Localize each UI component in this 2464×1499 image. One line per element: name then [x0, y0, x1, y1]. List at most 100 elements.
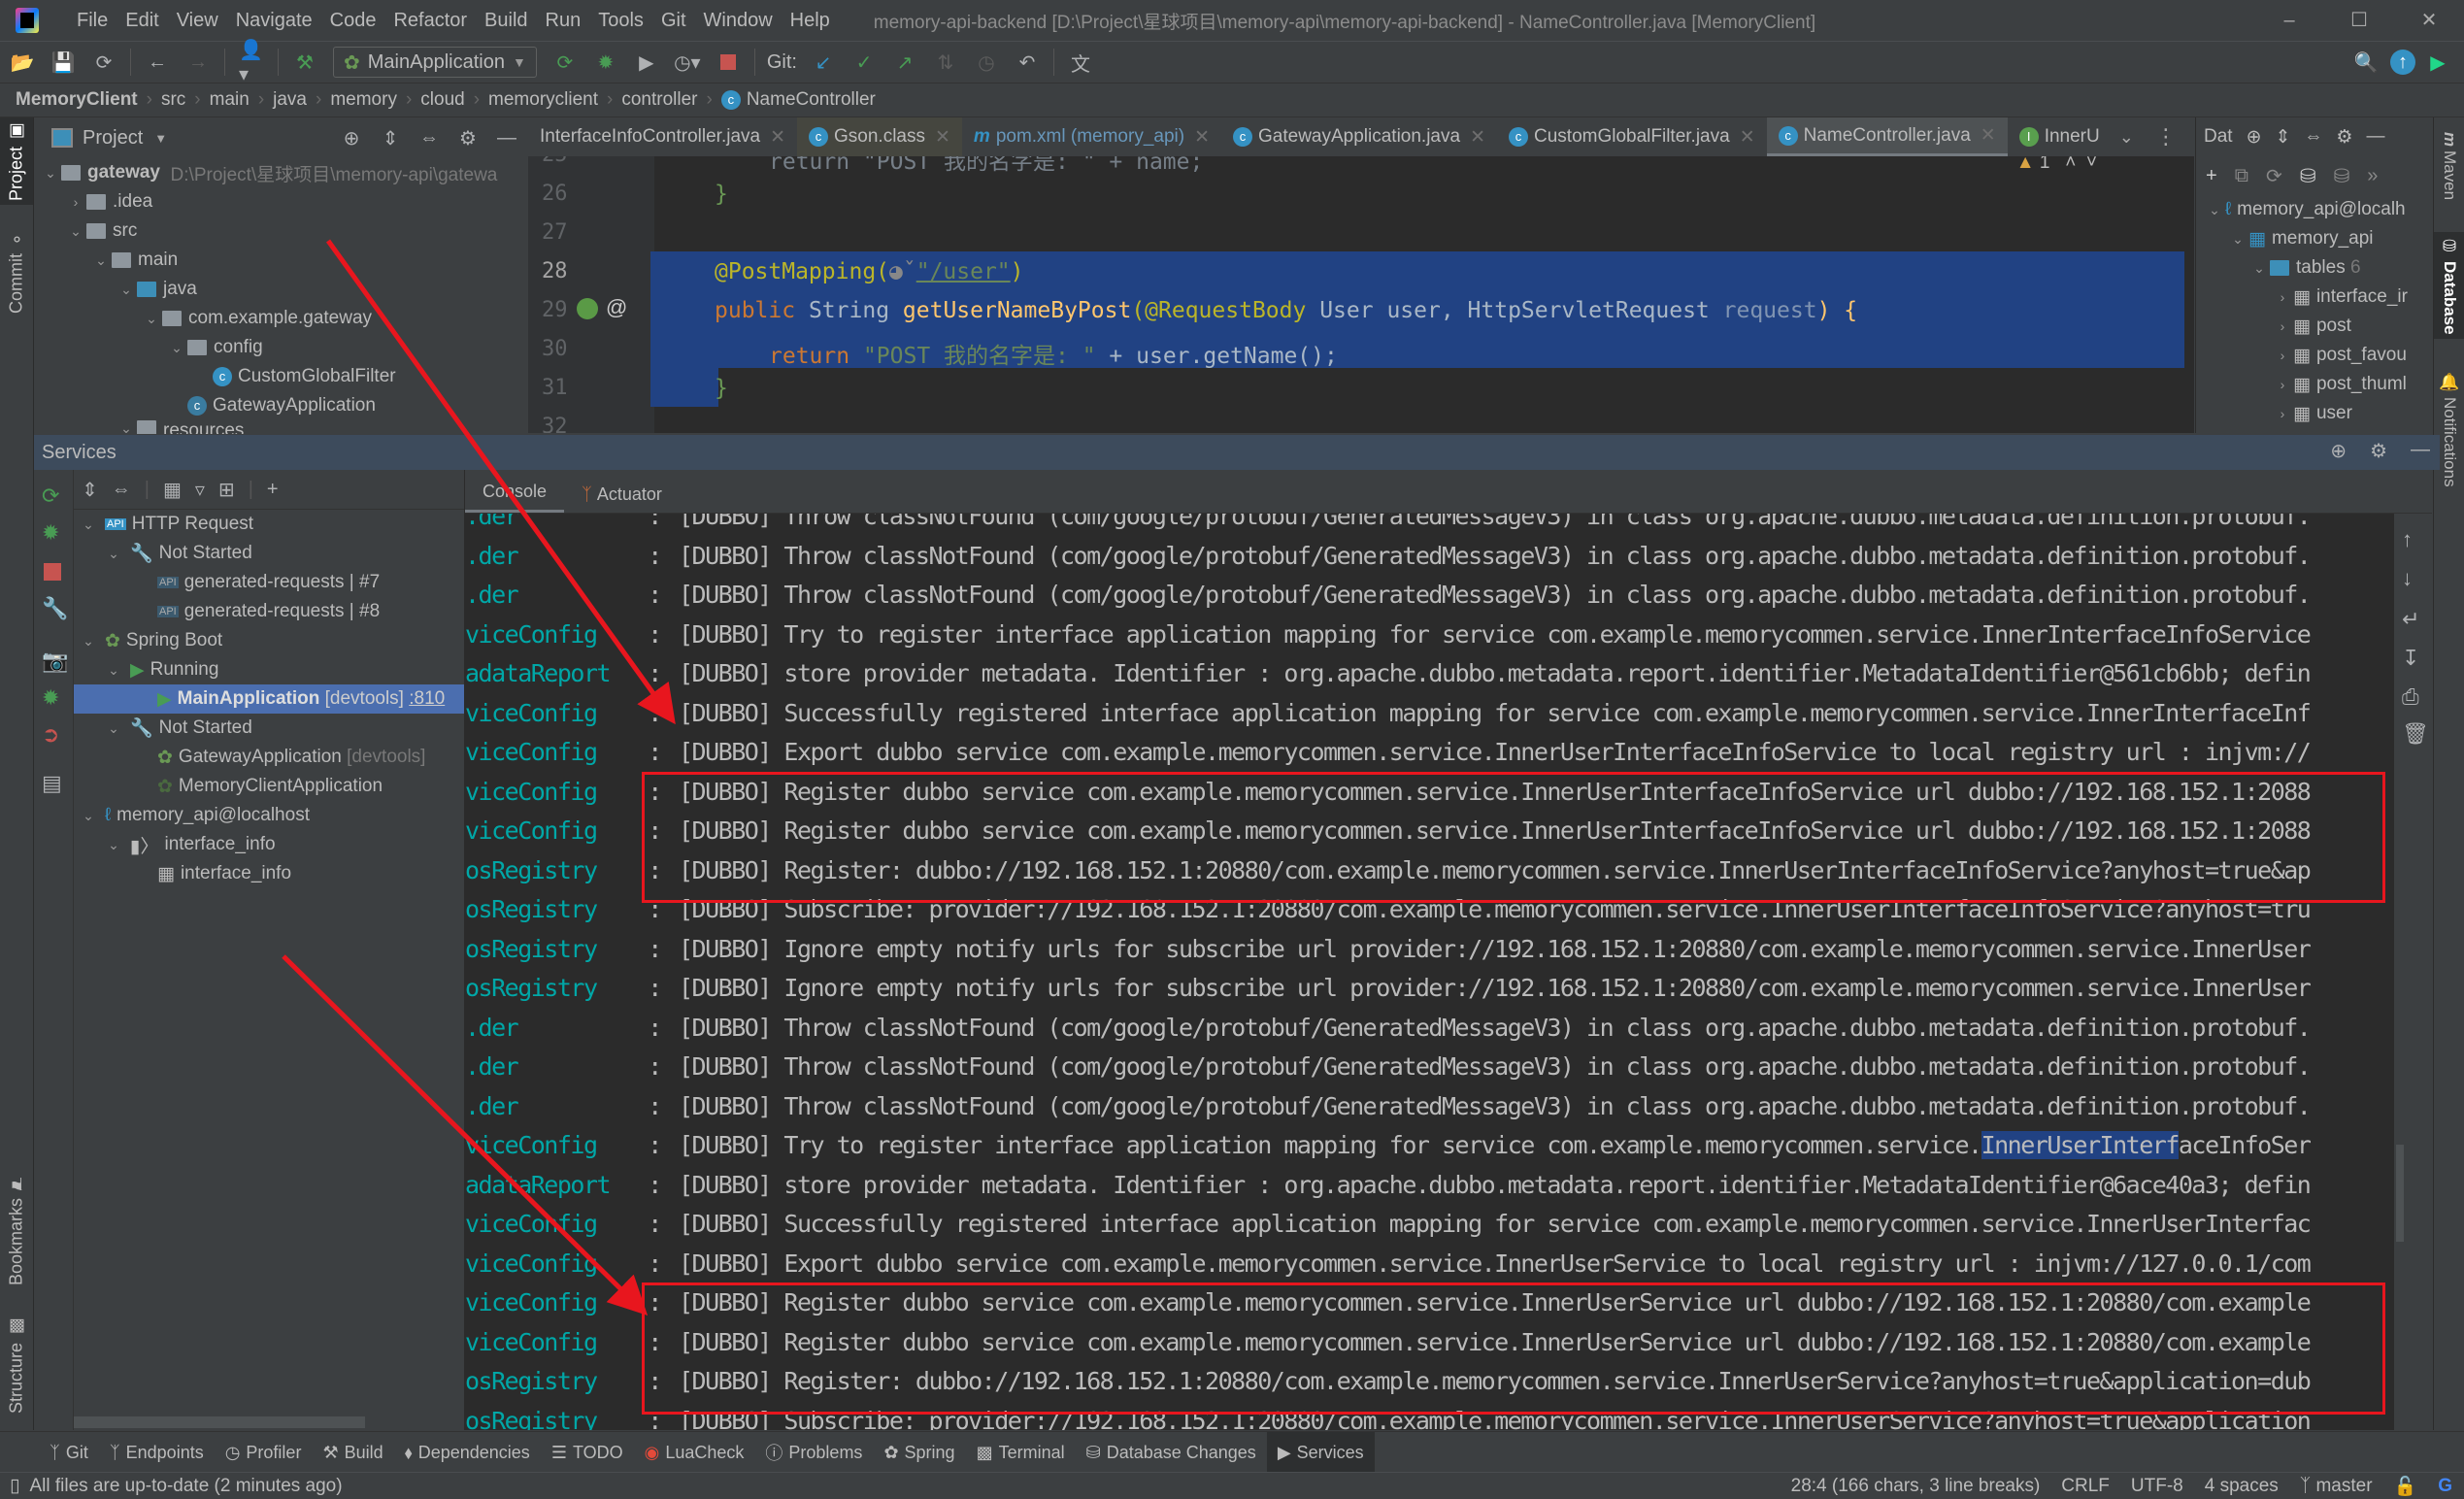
translate-icon[interactable]: 文	[1068, 50, 1093, 76]
tab-actuator[interactable]: ᛉ Actuator	[564, 484, 680, 513]
tab-gatewayapplication[interactable]: c GatewayApplication.java ✕	[1221, 117, 1497, 156]
toolwindow-spring[interactable]: ✿ Spring	[873, 1432, 965, 1473]
build-hammer-icon[interactable]: ⚒	[292, 50, 317, 75]
google-icon[interactable]: G	[2438, 1476, 2452, 1497]
tab-console[interactable]: Console	[465, 482, 565, 513]
code-editor[interactable]: 25 26 27 28 29 30 31 32 @ return "POST 我…	[528, 156, 2194, 433]
file-encoding[interactable]: UTF-8	[2131, 1476, 2183, 1497]
layout-icon[interactable]: ▤	[42, 771, 62, 796]
run-configuration-select[interactable]: ✿ MainApplication ▼	[333, 47, 537, 78]
git-history-icon[interactable]: ◷	[974, 50, 999, 75]
tree-item[interactable]: ⌄ java	[34, 275, 527, 304]
toolwindow-profiler[interactable]: ◷ Profiler	[215, 1432, 313, 1473]
annotation-gutter-icon[interactable]: @	[606, 295, 627, 320]
stop-icon[interactable]	[44, 563, 61, 581]
group-by-icon[interactable]: ▦	[163, 478, 182, 502]
breadcrumb-item[interactable]: memoryclient	[488, 89, 598, 111]
close-window-button[interactable]: ✕	[2394, 0, 2464, 41]
camera-icon[interactable]: 📷	[42, 649, 68, 674]
db-tree-item[interactable]: › ▦ user	[2196, 399, 2433, 428]
save-icon[interactable]: 💾	[50, 50, 76, 75]
logger-name[interactable]: osRegistry	[465, 974, 630, 1002]
scroll-to-end-icon[interactable]: ↧	[2402, 646, 2419, 671]
spring-endpoint-gutter-icon[interactable]	[577, 298, 598, 319]
git-commit-icon[interactable]: ✓	[851, 50, 877, 75]
service-tree-item-selected[interactable]: ▶ MainApplication [devtools] :810	[74, 684, 464, 714]
debug-icon[interactable]: ✹	[42, 520, 59, 546]
coverage-icon[interactable]: ▶	[634, 50, 659, 75]
logger-name[interactable]: viceConfig	[465, 1131, 630, 1159]
db-tree-item[interactable]: › ▦ post_thuml	[2196, 370, 2433, 399]
service-tree-item[interactable]: ✿ MemoryClientApplication	[74, 772, 464, 801]
toolwindow-luacheck[interactable]: ◉ LuaCheck	[634, 1432, 755, 1473]
tree-item[interactable]: ⌄ main	[34, 246, 527, 275]
toolwindow-terminal[interactable]: ▩ Terminal	[966, 1432, 1076, 1473]
service-tree-item[interactable]: ⌄ API HTTP Request	[74, 510, 464, 539]
service-tree-item[interactable]: ▦ interface_info	[74, 859, 464, 888]
service-tree-item[interactable]: ⌄ 🔧 Not Started	[74, 714, 464, 743]
git-rollback-icon[interactable]: ↶	[1015, 50, 1040, 75]
add-service-icon[interactable]: +	[267, 479, 279, 501]
open-folder-icon[interactable]: 📂	[10, 50, 35, 75]
tab-list-chevron-icon[interactable]: ⌄	[2119, 127, 2134, 148]
login-icon[interactable]: ➲	[42, 722, 59, 748]
collapse-all-icon[interactable]: ⇔	[416, 125, 442, 150]
expand-all-icon[interactable]: ⇕	[2276, 126, 2291, 149]
breadcrumb-item[interactable]: MemoryClient	[16, 89, 138, 111]
user-icon[interactable]: 👤▾	[239, 40, 264, 85]
db-tree-item[interactable]: › ▦ interface_ir	[2196, 283, 2433, 312]
code-with-me-icon[interactable]: ▶	[2425, 50, 2450, 75]
refresh-icon[interactable]: ⟳	[2266, 164, 2282, 188]
expand-all-icon[interactable]: ⇕	[378, 125, 403, 150]
menu-view[interactable]: View	[168, 10, 227, 32]
db-tree-item[interactable]: › ▦ post_favou	[2196, 341, 2433, 370]
collapse-all-icon[interactable]: ⇔	[2304, 126, 2322, 148]
logger-name[interactable]: osRegistry	[465, 935, 630, 963]
menu-file[interactable]: File	[68, 10, 117, 32]
toolwindow-problems[interactable]: ⓘ Problems	[754, 1432, 873, 1473]
logger-name[interactable]: viceConfig	[465, 1249, 630, 1278]
logger-name[interactable]: viceConfig	[465, 1210, 630, 1238]
tree-item[interactable]: c CustomGlobalFilter	[34, 362, 527, 391]
db-tree-item[interactable]: ⌄ ▦ memory_api	[2196, 224, 2433, 253]
db-properties-icon[interactable]: ⛁	[2300, 164, 2316, 188]
add-icon[interactable]: +	[2206, 165, 2217, 187]
locate-icon[interactable]: ⊕	[2330, 439, 2347, 463]
soft-wrap-icon[interactable]: ↵	[2402, 607, 2419, 632]
toolwindow-git[interactable]: ᛉ Git	[39, 1432, 99, 1473]
stripe-tab-structure[interactable]: Structure ▩	[0, 1312, 33, 1418]
service-tree-item[interactable]: ⌄ ℓ memory_api@localhost	[74, 801, 464, 830]
service-tree-item[interactable]: API generated-requests | #7	[74, 568, 464, 597]
scroll-up-icon[interactable]: ↑	[2402, 527, 2413, 552]
breadcrumb-item[interactable]: cloud	[420, 89, 464, 111]
stripe-tab-maven[interactable]: m Maven	[2434, 117, 2464, 215]
gear-icon[interactable]: ⚙	[2370, 439, 2387, 463]
locate-icon[interactable]: ⊕	[2247, 126, 2262, 149]
toolwindow-database-changes[interactable]: ⛁ Database Changes	[1076, 1432, 1267, 1473]
menu-git[interactable]: Git	[652, 10, 695, 32]
breadcrumb-item[interactable]: controller	[621, 89, 697, 111]
menu-help[interactable]: Help	[782, 10, 839, 32]
menu-build[interactable]: Build	[476, 10, 536, 32]
back-icon[interactable]: ←	[145, 50, 170, 75]
logger-name[interactable]: osRegistry	[465, 1367, 630, 1395]
line-separator[interactable]: CRLF	[2061, 1476, 2110, 1497]
collapse-all-icon[interactable]: ⇔	[112, 479, 131, 501]
tab-inneru[interactable]: I InnerU	[2008, 117, 2112, 156]
search-icon[interactable]: 🔍	[2353, 50, 2379, 75]
expand-all-icon[interactable]: ⇕	[82, 478, 98, 502]
logger-name[interactable]: .der	[465, 542, 630, 570]
tab-namecontroller[interactable]: c NameController.java ✕	[1766, 117, 2008, 156]
caret-position[interactable]: 28:4 (166 chars, 3 line breaks)	[1791, 1476, 2041, 1497]
more-icon[interactable]: ⋮	[2155, 124, 2177, 150]
gear-icon[interactable]: ⚙	[455, 125, 481, 150]
logger-name[interactable]: .der	[465, 1092, 630, 1120]
breadcrumb-item[interactable]: memory	[330, 89, 397, 111]
trash-icon[interactable]: 🗑	[2402, 721, 2429, 747]
logger-name[interactable]: osRegistry	[465, 856, 630, 884]
minimize-button[interactable]: –	[2254, 0, 2324, 41]
service-tree-item[interactable]: ⌄ 🔧 Not Started	[74, 539, 464, 568]
git-push-icon[interactable]: ↗	[892, 50, 917, 75]
logger-name[interactable]: osRegistry	[465, 1407, 630, 1431]
logger-name[interactable]: adataReport	[465, 1171, 630, 1199]
